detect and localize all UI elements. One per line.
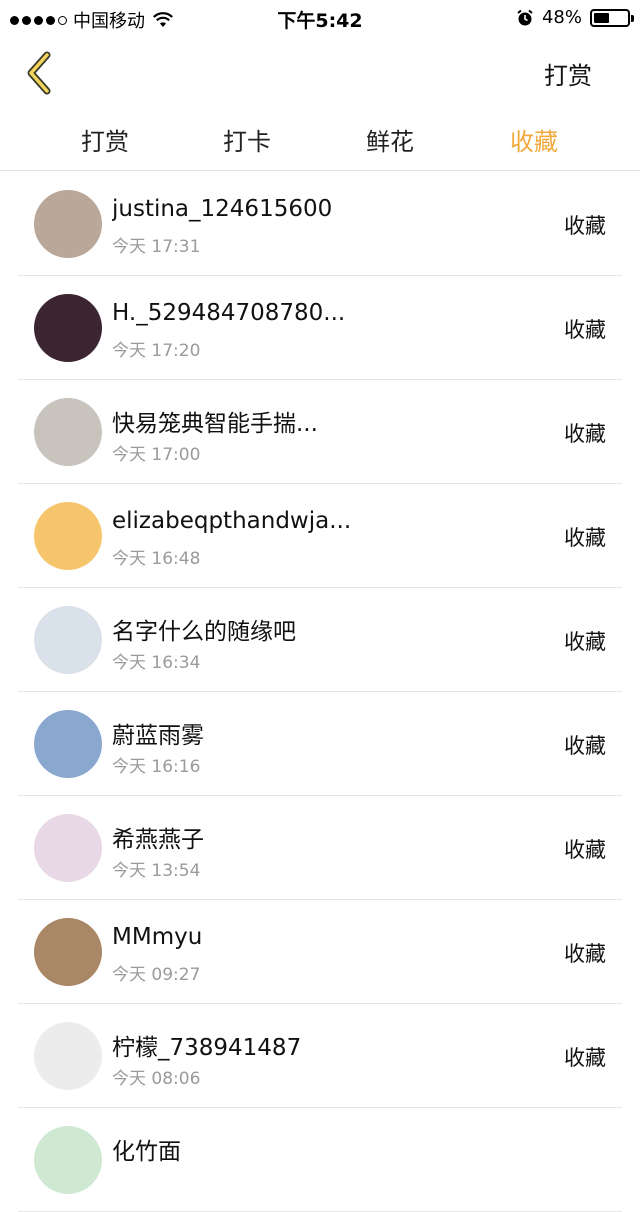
action-label: 收藏 [564,526,606,550]
list-item[interactable]: 柠檬_738941487 今天 08:06 收藏 [18,1004,622,1108]
user-name: H._529484708780... [112,300,346,326]
list-item[interactable]: elizabeqpthandwja... 今天 16:48 收藏 [18,484,622,588]
tab-favorites[interactable]: 收藏 [474,122,594,157]
user-name: justina_124615600 [112,196,333,222]
list-item[interactable]: H._529484708780... 今天 17:20 收藏 [18,276,622,380]
battery-fill [594,12,610,23]
timestamp: 今天 09:27 [112,965,201,985]
list-item[interactable]: 蔚蓝雨雾 今天 16:16 收藏 [18,692,622,796]
action-label: 收藏 [564,1046,606,1070]
battery-icon [590,8,634,27]
avatar[interactable] [34,398,102,466]
action-label: 收藏 [564,318,606,342]
user-name: elizabeqpthandwja... [112,508,352,534]
timestamp: 今天 17:00 [112,445,201,465]
action-label: 收藏 [564,942,606,966]
list-item[interactable]: 希燕燕子 今天 13:54 收藏 [18,796,622,900]
avatar[interactable] [34,1022,102,1090]
status-right: 48% [516,7,634,28]
action-label: 收藏 [564,214,606,238]
status-bar: 中国移动 下午5:42 48% [0,0,640,36]
avatar[interactable] [34,1126,102,1194]
avatar[interactable] [34,710,102,778]
timestamp: 今天 16:48 [112,549,201,569]
alarm-icon [516,9,534,27]
list-item[interactable]: 化竹面 [18,1108,622,1212]
action-label: 收藏 [564,734,606,758]
avatar[interactable] [34,294,102,362]
list-item[interactable]: 名字什么的随缘吧 今天 16:34 收藏 [18,588,622,692]
user-name: 蔚蓝雨雾 [112,723,204,749]
list-item[interactable]: justina_124615600 今天 17:31 收藏 [18,172,622,276]
list-item[interactable]: MMmyu 今天 09:27 收藏 [18,900,622,1004]
timestamp: 今天 16:34 [112,653,201,673]
user-name: 快易笼典智能手揣... [112,411,318,437]
user-name: 柠檬_738941487 [112,1035,302,1061]
list-item[interactable]: 快易笼典智能手揣... 今天 17:00 收藏 [18,380,622,484]
timestamp: 今天 08:06 [112,1069,201,1089]
action-label: 收藏 [564,838,606,862]
battery-percent: 48% [541,7,582,28]
avatar[interactable] [34,918,102,986]
tab-flowers[interactable]: 鲜花 [330,122,450,157]
nav-bar: 打赏 [0,36,640,108]
timestamp: 今天 17:20 [112,341,201,361]
action-label: 收藏 [564,630,606,654]
timestamp: 今天 16:16 [112,757,201,777]
user-name: 希燕燕子 [112,827,204,853]
favorites-list: justina_124615600 今天 17:31 收藏 H._5294847… [0,172,640,1212]
tab-bar: 打赏 打卡 鲜花 收藏 [0,108,640,171]
action-label: 收藏 [564,422,606,446]
back-chevron-icon[interactable] [22,50,58,96]
timestamp: 今天 13:54 [112,861,201,881]
tab-reward[interactable]: 打赏 [45,122,165,157]
avatar[interactable] [34,814,102,882]
avatar[interactable] [34,502,102,570]
avatar[interactable] [34,190,102,258]
user-name: 化竹面 [112,1139,181,1165]
user-name: MMmyu [112,924,203,950]
user-name: 名字什么的随缘吧 [112,619,296,645]
tab-checkin[interactable]: 打卡 [187,122,307,157]
timestamp: 今天 17:31 [112,237,201,257]
reward-button[interactable]: 打赏 [544,56,592,91]
avatar[interactable] [34,606,102,674]
